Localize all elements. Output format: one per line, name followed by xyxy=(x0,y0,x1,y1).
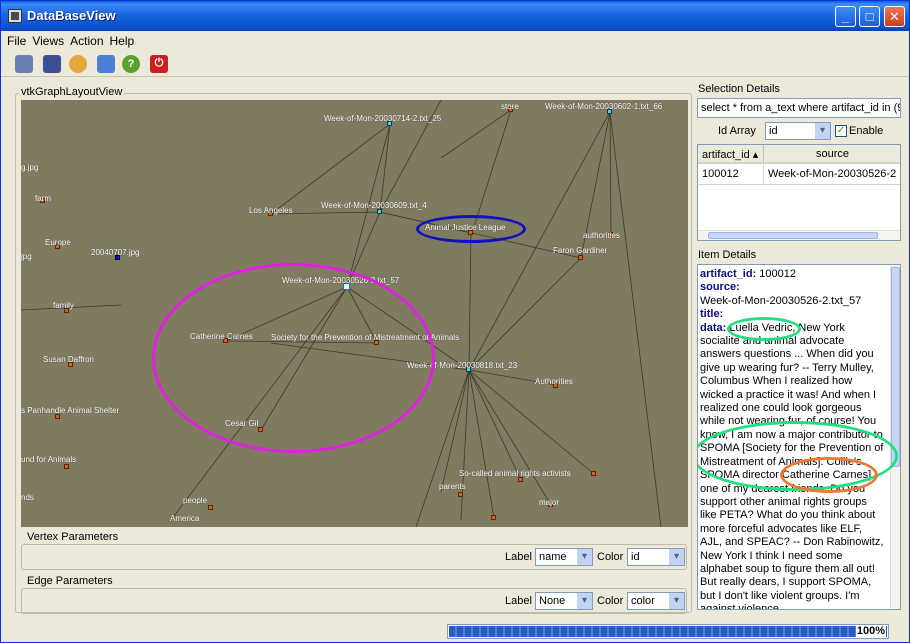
toolbar: ? ⏻ xyxy=(1,51,909,77)
query-icon[interactable] xyxy=(97,55,115,73)
node-label: Week-of-Mon-20030818.txt_23 xyxy=(407,361,518,370)
table-hscrollbar[interactable] xyxy=(698,230,900,240)
maximize-button[interactable]: □ xyxy=(859,6,880,27)
database-icon[interactable] xyxy=(15,55,33,73)
node-label: und for Animals xyxy=(21,455,77,464)
node-label: store xyxy=(501,102,519,111)
edge-color-select[interactable]: color xyxy=(627,592,685,610)
menu-help[interactable]: Help xyxy=(104,31,135,48)
main-window: DataBaseView _ □ ✕ File Views Action Help ?… xyxy=(0,0,910,643)
graph-node[interactable] xyxy=(591,471,596,476)
title-bar[interactable]: DataBaseView _ □ ✕ xyxy=(1,1,909,31)
node-label: jpg xyxy=(21,252,32,261)
edge-color-caption: Color xyxy=(597,595,624,607)
source-key: source: xyxy=(700,281,740,294)
vertex-label-select[interactable]: name xyxy=(535,548,593,566)
vertex-label-caption: Label xyxy=(505,551,532,563)
menu-views[interactable]: Views xyxy=(26,31,64,48)
node-label: g.jpg xyxy=(21,163,39,172)
data-key: data: xyxy=(700,321,727,334)
node-label: Animal Justice League xyxy=(425,223,506,232)
table-cell[interactable]: 100012 xyxy=(698,165,764,185)
item-details-label: Item Details xyxy=(698,249,757,261)
node-label: So-called animal rights activists xyxy=(459,469,571,478)
node-label: major xyxy=(539,498,560,507)
help-icon[interactable]: ? xyxy=(122,55,140,73)
graph-node[interactable] xyxy=(258,427,263,432)
node-label: family xyxy=(53,301,74,310)
column-header-source[interactable]: source xyxy=(764,145,900,164)
source-value: Week-of-Mon-20030526-2.txt_57 xyxy=(700,294,862,307)
item-details-text: artifact_id: 100012 source: Week-of-Mon-… xyxy=(700,268,886,610)
edge-params-label: Edge Parameters xyxy=(25,575,115,587)
node-label: 20040707.jpg xyxy=(91,248,140,257)
vertex-params-label: Vertex Parameters xyxy=(25,531,121,543)
vertex-color-caption: Color xyxy=(597,551,624,563)
graph-canvas[interactable]: store Week-of-Mon-20030714-2.txt_25 Week… xyxy=(21,100,688,527)
enable-checkbox[interactable]: ✓ xyxy=(835,125,847,137)
id-array-caption: Id Array xyxy=(718,125,756,137)
node-label: Catherine Carnes xyxy=(190,332,253,341)
app-icon xyxy=(8,9,22,23)
artifact-id-value: 100012 xyxy=(756,268,797,280)
graph-view-label: vtkGraphLayoutView xyxy=(19,86,125,98)
item-details-panel: artifact_id: 100012 source: Week-of-Mon-… xyxy=(697,264,901,610)
node-label: Europe xyxy=(45,238,71,247)
edge-label-caption: Label xyxy=(505,595,532,607)
window-title: DataBaseView xyxy=(27,8,116,23)
scroll-thumb[interactable] xyxy=(891,267,900,467)
progress-text: 100% xyxy=(855,625,886,637)
node-label: Cesar Gil xyxy=(225,419,259,428)
node-label: farm xyxy=(35,194,51,203)
node-label: Week-of-Mon-20030609.txt_4 xyxy=(321,201,427,210)
node-label: people xyxy=(183,496,208,505)
graph-node[interactable] xyxy=(578,255,583,260)
data-value: Luella Vedric, New York socialite and an… xyxy=(700,321,884,610)
open-icon[interactable] xyxy=(69,55,87,73)
node-label: America xyxy=(170,514,200,523)
graph-node[interactable] xyxy=(458,492,463,497)
edge-label-select[interactable]: None xyxy=(535,592,593,610)
scroll-thumb[interactable] xyxy=(708,232,878,239)
graph-edges xyxy=(21,100,662,527)
progress-fill xyxy=(449,626,887,637)
graph-node[interactable] xyxy=(208,505,213,510)
minimize-button[interactable]: _ xyxy=(835,6,856,27)
node-label: Society for the Prevention of Mistreatme… xyxy=(271,333,460,342)
selection-query-field[interactable]: select * from a_text where artifact_id i… xyxy=(697,98,901,118)
node-label: Week-of-Mon-20030526-2.txt_57 xyxy=(282,276,400,285)
node-label: Week-of-Mon-20030602-1.txt_66 xyxy=(545,102,663,111)
artifact-id-key: artifact_id: xyxy=(700,268,757,280)
node-label: authorities xyxy=(583,231,620,240)
vertex-color-select[interactable]: id xyxy=(627,548,685,566)
node-label: Faron Gardiner xyxy=(553,246,608,255)
selection-table: artifact_id ▴ source 100012 Week-of-Mon-… xyxy=(697,144,901,241)
node-label: s Panhandle Animal Shelter xyxy=(21,406,120,415)
item-details-vscrollbar[interactable] xyxy=(890,265,900,609)
power-icon[interactable]: ⏻ xyxy=(150,55,168,73)
node-label: Susan Daffron xyxy=(43,355,94,364)
close-button[interactable]: ✕ xyxy=(884,6,905,27)
save-icon[interactable] xyxy=(43,55,61,73)
node-label: Authorities xyxy=(535,377,573,386)
node-label: nds xyxy=(21,493,34,502)
progress-bar: 100% xyxy=(447,624,889,639)
table-cell[interactable]: Week-of-Mon-20030526-2 xyxy=(764,165,900,185)
graph-node[interactable] xyxy=(491,515,496,520)
enable-label: Enable xyxy=(849,125,884,137)
graph-node[interactable] xyxy=(64,464,69,469)
node-label: Week-of-Mon-20030714-2.txt_25 xyxy=(324,114,442,123)
title-key: title: xyxy=(700,308,724,321)
menu-file[interactable]: File xyxy=(1,31,26,48)
column-header-artifact-id[interactable]: artifact_id ▴ xyxy=(698,145,764,164)
selection-details-label: Selection Details xyxy=(698,83,780,95)
menu-action[interactable]: Action xyxy=(64,31,103,48)
id-array-select[interactable]: id xyxy=(765,122,831,140)
menu-bar: File Views Action Help xyxy=(1,31,909,51)
node-label: Los Angeles xyxy=(249,206,293,215)
node-label: parents xyxy=(439,482,466,491)
